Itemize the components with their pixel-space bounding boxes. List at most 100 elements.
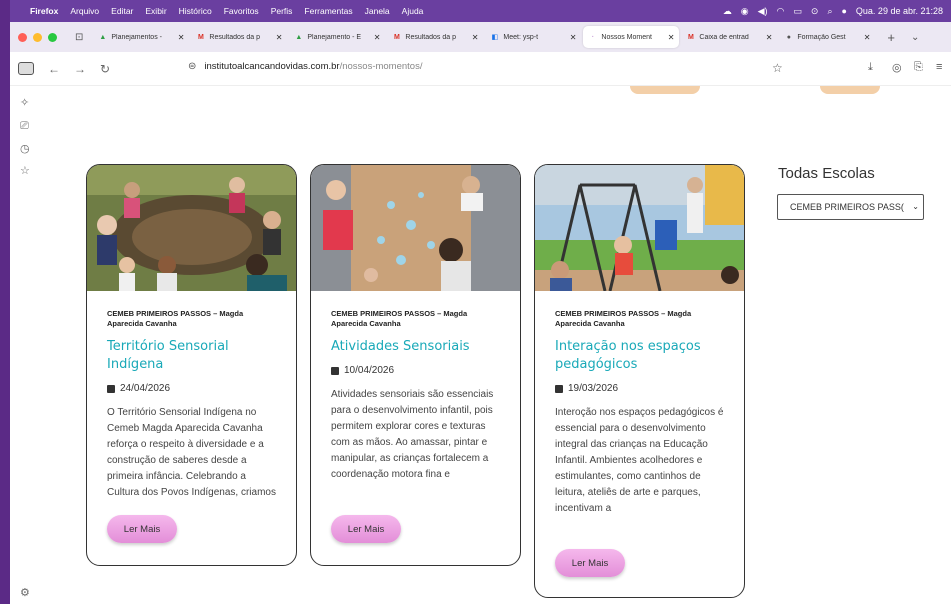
tab-bar: ⊡ ▲ Planejamentos - ✕ M Resultados da p ✕ ▲ Pla… — [10, 22, 951, 52]
post-school: CEMEB PRIMEIROS PASSOS – Magda Aparecida… — [555, 309, 692, 328]
control-center-icon[interactable]: ⊙ — [811, 6, 819, 17]
tab-label: Formação Gest — [797, 33, 846, 41]
browser-tab[interactable]: M Caixa de entrad ✕ — [681, 26, 777, 48]
downloads-icon[interactable]: ⤓ — [868, 61, 873, 74]
cloud-icon[interactable]: ☁ — [723, 6, 732, 17]
window-controls — [18, 32, 57, 42]
battery-icon[interactable]: ▭ — [793, 6, 802, 17]
page-content: CEMEB PRIMEIROS PASSOS – Magda Aparecida… — [40, 86, 951, 604]
bookmark-star-icon[interactable]: ☆ — [772, 61, 783, 75]
menu-ferramentas[interactable]: Ferramentas — [304, 6, 352, 16]
bookmarks-icon[interactable]: ☆ — [20, 164, 30, 177]
close-tab-icon[interactable]: ✕ — [864, 33, 871, 42]
tab-favicon-icon: ▲ — [99, 33, 107, 41]
mac-menubar: Firefox Arquivo Editar Exibir Histórico … — [10, 0, 951, 22]
menu-favoritos[interactable]: Favoritos — [224, 6, 259, 16]
calendar-icon — [331, 366, 339, 375]
browser-window: Firefox Arquivo Editar Exibir Histórico … — [10, 0, 951, 604]
url-path: /nossos-momentos/ — [339, 61, 423, 72]
ai-chat-icon[interactable]: ✧ — [20, 96, 29, 109]
browser-tab[interactable]: ● Formação Gest ✕ — [779, 26, 875, 48]
extensions-icon[interactable]: ⎘ — [914, 61, 923, 74]
tab-list: ▲ Planejamentos - ✕ M Resultados da p ✕ ▲ Plane… — [93, 26, 877, 48]
menu-historico[interactable]: Histórico — [179, 6, 212, 16]
site-info-icon[interactable]: ⊜ — [188, 61, 196, 72]
school-filter-value: CEMEB PRIMEIROS PASS( — [790, 202, 904, 212]
browser-tab[interactable]: · Nossos Moment ✕ — [583, 26, 680, 48]
reload-icon[interactable]: ↻ — [100, 62, 110, 76]
tab-overview-icon[interactable]: ⊡ — [75, 32, 83, 43]
forward-arrow-icon[interactable]: → — [74, 62, 86, 76]
post-title[interactable]: Território Sensorial Indígena — [107, 338, 276, 374]
header-decoration — [630, 86, 700, 94]
browser-tab[interactable]: ▲ Planejamentos - ✕ — [93, 26, 189, 48]
close-tab-icon[interactable]: ✕ — [668, 33, 675, 42]
volume-icon[interactable]: ◀) — [758, 6, 768, 17]
read-more-button[interactable]: Ler Mais — [107, 515, 177, 543]
menu-exibir[interactable]: Exibir — [145, 6, 166, 16]
menu-editar[interactable]: Editar — [111, 6, 133, 16]
calendar-icon — [555, 384, 563, 393]
back-arrow-icon[interactable]: ← — [48, 62, 60, 76]
post-title[interactable]: Interação nos espaços pedagógicos — [555, 338, 724, 374]
menu-janela[interactable]: Janela — [365, 6, 390, 16]
post-date-text: 24/04/2026 — [120, 383, 171, 394]
minimize-window-button[interactable] — [33, 32, 42, 42]
history-icon[interactable]: ◷ — [20, 142, 30, 155]
post-date-text: 10/04/2026 — [344, 365, 395, 376]
post-excerpt: O Território Sensorial Indígena no Cemeb… — [107, 407, 276, 498]
navigation-bar: ← → ↻ ⊜ institutoalcancandovidas.com.br /… — [10, 52, 951, 86]
school-filter-title: Todas Escolas — [778, 165, 875, 182]
chevron-down-icon[interactable]: ⌄ — [911, 32, 919, 43]
account-icon[interactable]: ◎ — [892, 61, 902, 74]
settings-gear-icon[interactable]: ⚙ — [20, 586, 30, 599]
browser-tab[interactable]: M Resultados da p ✕ — [387, 26, 483, 48]
tab-label: Resultados da p — [209, 33, 260, 41]
post-image[interactable] — [311, 165, 520, 291]
spotlight-icon[interactable]: ⌕ — [827, 6, 832, 17]
read-more-button[interactable]: Ler Mais — [555, 549, 625, 577]
header-decoration — [820, 86, 880, 94]
close-tab-icon[interactable]: ✕ — [570, 33, 577, 42]
new-tab-icon[interactable]: + — [887, 30, 895, 45]
post-date: 10/04/2026 — [331, 365, 500, 376]
url-bar[interactable]: ⊜ institutoalcancandovidas.com.br/nossos… — [188, 61, 422, 72]
browser-tab[interactable]: ◧ Meet: ysp-t ✕ — [485, 26, 581, 48]
close-tab-icon[interactable]: ✕ — [276, 33, 283, 42]
close-tab-icon[interactable]: ✕ — [472, 33, 479, 42]
menu-arquivo[interactable]: Arquivo — [70, 6, 99, 16]
menu-perfis[interactable]: Perfis — [271, 6, 293, 16]
url-domain: institutoalcancandovidas.com.br — [204, 61, 340, 72]
close-tab-icon[interactable]: ✕ — [178, 33, 185, 42]
record-icon[interactable]: ◉ — [741, 6, 749, 17]
read-more-button[interactable]: Ler Mais — [331, 515, 401, 543]
tab-favicon-icon: · — [591, 33, 595, 41]
browser-tab[interactable]: M Resultados da p ✕ — [191, 26, 287, 48]
sidebar-toggle-icon[interactable] — [18, 62, 34, 75]
menu-ajuda[interactable]: Ajuda — [402, 6, 424, 16]
siri-icon[interactable]: ● — [841, 6, 846, 16]
post-title[interactable]: Atividades Sensoriais — [331, 338, 500, 356]
menu-icon[interactable]: ≡ — [936, 61, 942, 73]
post-school: CEMEB PRIMEIROS PASSOS – Magda Aparecida… — [107, 309, 244, 328]
wifi-icon[interactable]: ◠ — [777, 6, 785, 17]
tab-favicon-icon: M — [393, 33, 400, 41]
post-school: CEMEB PRIMEIROS PASSOS – Magda Aparecida… — [331, 309, 468, 328]
menu-app-name[interactable]: Firefox — [30, 6, 58, 16]
close-window-button[interactable] — [18, 32, 27, 42]
post-date-text: 19/03/2026 — [568, 383, 619, 394]
close-tab-icon[interactable]: ✕ — [374, 33, 381, 42]
post-date: 24/04/2026 — [107, 383, 276, 394]
menubar-datetime[interactable]: Qua. 29 de abr. 21:28 — [856, 6, 943, 16]
close-tab-icon[interactable]: ✕ — [766, 33, 773, 42]
school-filter-select[interactable]: CEMEB PRIMEIROS PASS( ⌄ — [777, 194, 924, 220]
tab-label: Nossos Moment — [601, 33, 652, 41]
calendar-icon — [107, 384, 115, 393]
post-image[interactable] — [87, 165, 296, 291]
synced-tabs-icon[interactable]: ⎚ — [20, 120, 29, 133]
chevron-down-icon: ⌄ — [912, 202, 919, 211]
browser-tab[interactable]: ▲ Planejamento - E ✕ — [289, 26, 385, 48]
zoom-window-button[interactable] — [48, 32, 57, 42]
post-card: CEMEB PRIMEIROS PASSOS – Magda Aparecida… — [86, 164, 297, 566]
post-image[interactable] — [535, 165, 744, 291]
